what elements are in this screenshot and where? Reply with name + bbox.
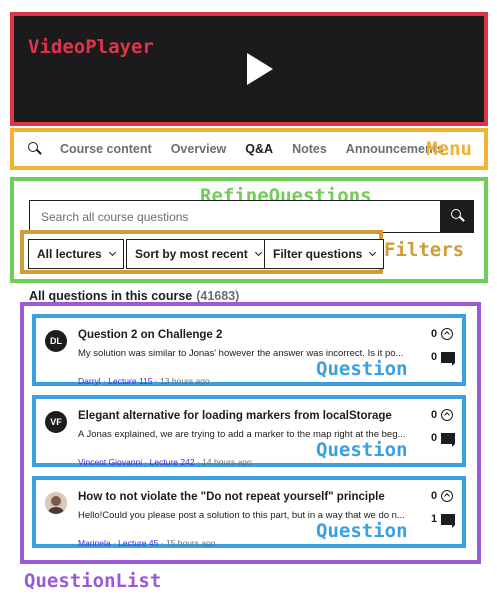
question-time: 13 hours ago xyxy=(160,376,210,386)
question-annotation: Question xyxy=(316,520,408,542)
question-count: (41683) xyxy=(196,289,240,303)
play-icon[interactable] xyxy=(239,50,277,88)
avatar: VF xyxy=(45,411,67,433)
answer-number: 1 xyxy=(431,513,438,525)
avatar: DL xyxy=(45,330,67,352)
upvote-number: 0 xyxy=(431,490,438,502)
upvote-number: 0 xyxy=(431,409,438,421)
question-meta: Darryl · Lecture 115 · 13 hours ago xyxy=(78,376,210,386)
question-author[interactable]: Vincent Giovanni xyxy=(78,457,142,467)
question-list-heading: All questions in this course (41683) xyxy=(29,289,239,303)
video-player-annotation: VideoPlayer xyxy=(28,36,154,58)
upvote-count: 0 xyxy=(431,328,454,340)
question-title[interactable]: How to not violate the "Do not repeat yo… xyxy=(78,491,385,503)
question-lecture[interactable]: Lecture 45 xyxy=(118,538,158,548)
chat-icon[interactable] xyxy=(441,513,456,528)
question-meta: Vincent Giovanni · Lecture 242 · 14 hour… xyxy=(78,457,252,467)
avatar-photo xyxy=(45,492,67,514)
question-title[interactable]: Elegant alternative for loading markers … xyxy=(78,410,392,422)
sort-filter-button[interactable]: Sort by most recent xyxy=(126,239,270,269)
questions-filter-label: Filter questions xyxy=(273,247,363,261)
menu-annotation: Menu xyxy=(426,138,472,160)
filters-group: All lectures Sort by most recent Filter … xyxy=(20,230,385,274)
tab-course-content[interactable]: Course content xyxy=(60,142,152,156)
upvote-icon[interactable] xyxy=(441,328,454,340)
question-annotation: Question xyxy=(316,358,408,380)
question-list-title: All questions in this course xyxy=(29,289,193,303)
video-player[interactable]: VideoPlayer xyxy=(10,12,488,126)
question-title[interactable]: Question 2 on Challenge 2 xyxy=(78,329,222,341)
question-list-annotation: QuestionList xyxy=(24,570,162,592)
question-lecture[interactable]: Lecture 242 xyxy=(150,457,195,467)
question-item[interactable]: How to not violate the "Do not repeat yo… xyxy=(32,476,466,548)
chat-icon[interactable] xyxy=(441,351,456,366)
chevron-down-icon xyxy=(108,248,116,257)
tab-overview[interactable]: Overview xyxy=(171,142,227,156)
lectures-filter-button[interactable]: All lectures xyxy=(28,239,124,269)
chevron-down-icon xyxy=(254,248,262,257)
chevron-down-icon xyxy=(369,248,377,257)
chat-icon[interactable] xyxy=(441,432,456,447)
search-input[interactable]: Search all course questions xyxy=(29,200,441,233)
question-item[interactable]: DL Question 2 on Challenge 2 My solution… xyxy=(32,314,466,386)
upvote-icon[interactable] xyxy=(441,490,454,502)
questions-filter-button[interactable]: Filter questions xyxy=(264,239,385,269)
lectures-filter-label: All lectures xyxy=(37,247,102,261)
question-lecture[interactable]: Lecture 115 xyxy=(108,376,152,386)
answer-number: 0 xyxy=(431,432,438,444)
question-author[interactable]: Darryl xyxy=(78,376,101,386)
upvote-icon[interactable] xyxy=(441,409,454,421)
question-author[interactable]: Marinela xyxy=(78,538,111,548)
answer-count: 0 xyxy=(431,351,456,366)
question-item[interactable]: VF Elegant alternative for loading marke… xyxy=(32,395,466,467)
answer-count: 1 xyxy=(431,513,456,528)
answer-count: 0 xyxy=(431,432,456,447)
question-time: 14 hours ago xyxy=(202,457,252,467)
upvote-number: 0 xyxy=(431,328,438,340)
search-icon[interactable] xyxy=(28,142,42,156)
filters-annotation: Filters xyxy=(384,239,465,261)
tab-qa[interactable]: Q&A xyxy=(245,142,273,156)
question-annotation: Question xyxy=(316,439,408,461)
tab-notes[interactable]: Notes xyxy=(292,142,327,156)
search-button[interactable] xyxy=(441,200,474,233)
upvote-count: 0 xyxy=(431,490,454,502)
sort-filter-label: Sort by most recent xyxy=(135,247,248,261)
upvote-count: 0 xyxy=(431,409,454,421)
avatar xyxy=(45,492,67,514)
answer-number: 0 xyxy=(431,351,438,363)
menu-bar: Course content Overview Q&A Notes Announ… xyxy=(10,128,488,170)
question-time: 15 hours ago xyxy=(165,538,216,548)
question-meta: Marinela · Lecture 45 · 15 hours ago xyxy=(78,538,216,548)
